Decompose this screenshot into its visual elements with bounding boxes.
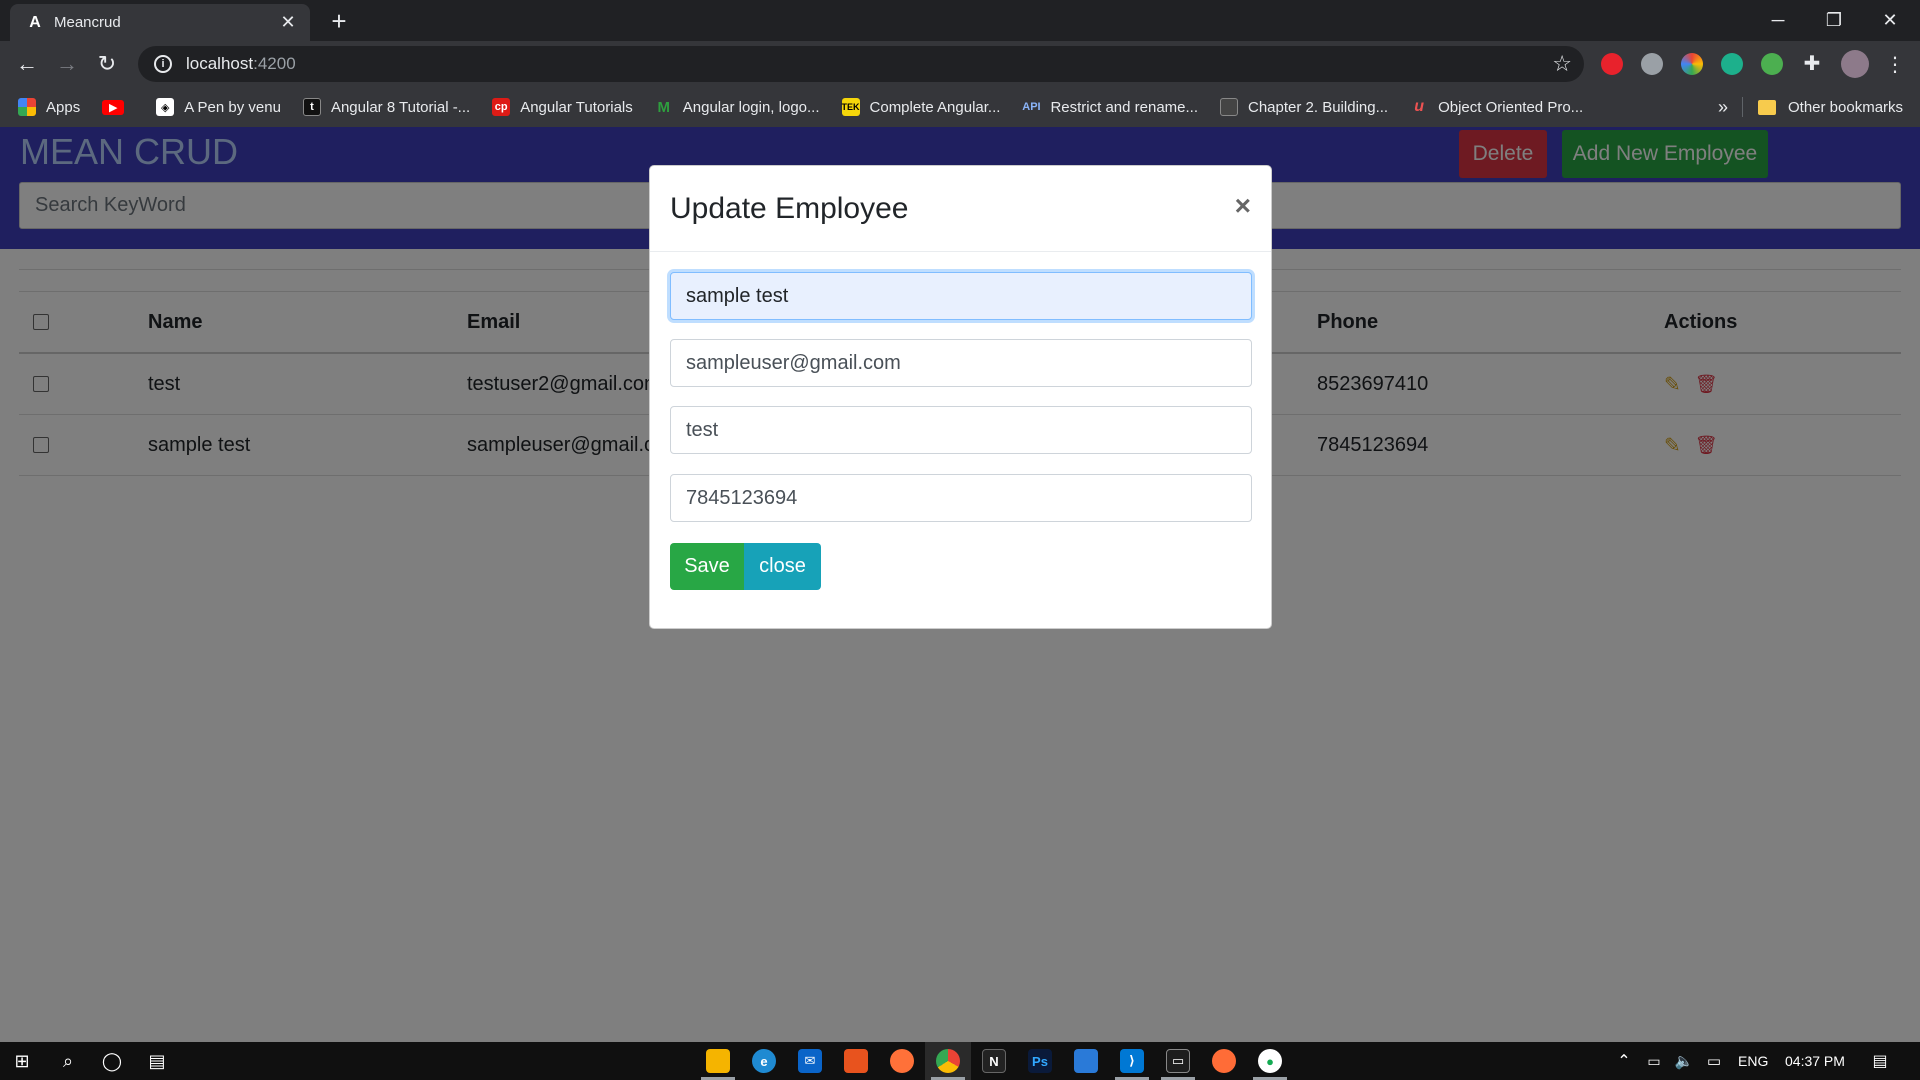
- modal-header: Update Employee ×: [650, 166, 1271, 252]
- xampp-icon[interactable]: [844, 1049, 868, 1073]
- extension-red-icon[interactable]: [1601, 53, 1623, 75]
- browser-tab[interactable]: A Meancrud ✕: [10, 4, 310, 41]
- url-host: localhost: [186, 54, 254, 73]
- tab-close-icon[interactable]: ✕: [278, 12, 298, 33]
- u-icon: u: [1414, 98, 1424, 115]
- bookmark-label: Angular Tutorials: [520, 98, 633, 116]
- bookmark-label: Angular login, logo...: [682, 98, 820, 116]
- tray-chevron-up-icon[interactable]: ⌃: [1610, 1047, 1638, 1075]
- browser-menu-icon[interactable]: ⋮: [1880, 49, 1910, 79]
- new-tab-button[interactable]: +: [324, 6, 354, 37]
- postman-icon[interactable]: [1212, 1049, 1236, 1073]
- other-bookmarks-label: Other bookmarks: [1788, 98, 1904, 116]
- m-icon: M: [657, 98, 671, 116]
- minimize-icon[interactable]: ─: [1750, 0, 1806, 41]
- bookmark-label: Apps: [46, 98, 81, 116]
- apps-grid-icon: [18, 98, 36, 116]
- profile-avatar[interactable]: [1841, 50, 1869, 78]
- window-close-icon[interactable]: ✕: [1862, 0, 1918, 41]
- notion-icon[interactable]: N: [982, 1049, 1006, 1073]
- youtube-icon: ▶: [102, 99, 125, 115]
- restore-icon[interactable]: ❐: [1806, 0, 1862, 41]
- folder-icon: [1758, 99, 1776, 115]
- edge-icon[interactable]: e: [752, 1049, 776, 1073]
- bookmark-youtube[interactable]: ▶: [102, 99, 134, 115]
- clock[interactable]: 04:37 PM: [1785, 1042, 1845, 1080]
- firefox-icon[interactable]: [890, 1049, 914, 1073]
- extension-color-icon[interactable]: [1681, 53, 1703, 75]
- bookmark-label: A Pen by venu: [184, 98, 281, 116]
- language-indicator[interactable]: ENG: [1738, 1042, 1768, 1080]
- terminal-icon[interactable]: ▭: [1166, 1049, 1190, 1073]
- network-icon[interactable]: ▭: [1700, 1047, 1728, 1075]
- file-explorer-icon[interactable]: [706, 1049, 730, 1073]
- photoshop-icon[interactable]: Ps: [1028, 1049, 1052, 1073]
- mongodb-icon[interactable]: ●: [1258, 1049, 1282, 1073]
- bookmark-oop[interactable]: u Object Oriented Pro...: [1410, 98, 1583, 116]
- battery-icon[interactable]: ▭: [1640, 1047, 1668, 1075]
- bookmark-label: Chapter 2. Building...: [1248, 98, 1389, 116]
- extension-chat-icon[interactable]: [1641, 53, 1663, 75]
- site-info-icon[interactable]: i: [154, 55, 172, 73]
- angular-tutorials-icon: cp: [492, 98, 511, 116]
- bookmark-label: Object Oriented Pro...: [1438, 98, 1584, 116]
- bookmark-label: Restrict and rename...: [1050, 98, 1198, 116]
- codepen-icon: ◈: [156, 98, 175, 116]
- phone-field[interactable]: [670, 474, 1252, 522]
- chrome-icon[interactable]: [936, 1049, 960, 1073]
- book-icon: [1220, 98, 1238, 116]
- notifications-icon[interactable]: ▤: [1866, 1047, 1894, 1075]
- bookmark-angular8[interactable]: t Angular 8 Tutorial -...: [302, 98, 471, 116]
- back-arrow-icon[interactable]: ←: [12, 49, 42, 79]
- bookmark-angular-login[interactable]: M Angular login, logo...: [655, 98, 820, 116]
- bookmark-label: Angular 8 Tutorial -...: [330, 98, 471, 116]
- bookmark-angular-tutorials[interactable]: cp Angular Tutorials: [492, 98, 633, 116]
- forward-arrow-icon[interactable]: →: [52, 49, 82, 79]
- text-field[interactable]: [670, 406, 1252, 454]
- bookmark-label: Complete Angular...: [869, 98, 1001, 116]
- tek-icon: TEK: [841, 98, 860, 116]
- bookmark-restrict-rename[interactable]: API Restrict and rename...: [1022, 98, 1198, 116]
- email-field[interactable]: [670, 339, 1252, 387]
- api-icon: API: [1022, 101, 1041, 113]
- windows-start-icon[interactable]: ⊞: [8, 1047, 36, 1075]
- tab-title: Meancrud: [54, 14, 121, 31]
- bookmark-star-icon[interactable]: ☆: [1552, 51, 1572, 77]
- update-employee-modal: Update Employee × Save close: [649, 165, 1272, 629]
- extensions-puzzle-icon[interactable]: ✚: [1801, 53, 1823, 75]
- bookmarks-bar: Apps ▶ ◈ A Pen by venu t Angular 8 Tutor…: [0, 87, 1920, 127]
- other-bookmarks[interactable]: Other bookmarks: [1758, 87, 1903, 127]
- reload-icon[interactable]: ↻: [92, 49, 122, 79]
- more-bookmarks-chevron-icon[interactable]: »: [1718, 87, 1728, 127]
- bookmark-codepen[interactable]: ◈ A Pen by venu: [156, 98, 281, 116]
- modal-title: Update Employee: [670, 192, 909, 225]
- browser-tabstrip: A Meancrud ✕ + ─ ❐ ✕: [0, 0, 1920, 41]
- url-port: :4200: [253, 54, 296, 73]
- angular-favicon-icon: A: [29, 13, 41, 31]
- bookmark-chapter2[interactable]: Chapter 2. Building...: [1220, 98, 1388, 116]
- bookmarks-divider: [1742, 97, 1743, 117]
- save-button[interactable]: Save: [670, 543, 744, 590]
- volume-icon[interactable]: 🔈: [1670, 1047, 1698, 1075]
- address-bar[interactable]: i localhost :4200 ☆: [138, 46, 1584, 82]
- name-field[interactable]: [670, 272, 1252, 320]
- cortana-icon[interactable]: ◯: [98, 1047, 126, 1075]
- bookmark-complete-angular[interactable]: TEK Complete Angular...: [841, 98, 1001, 116]
- extension-green-icon[interactable]: [1761, 53, 1783, 75]
- windows-taskbar: ⊞ ⌕ ◯ ▤ e ✉ N Ps ⟩ ▭ ● ⌃ ▭ 🔈 ▭ ENG 04:37…: [0, 1042, 1920, 1080]
- vscode-icon[interactable]: ⟩: [1120, 1049, 1144, 1073]
- search-icon[interactable]: ⌕: [54, 1047, 82, 1075]
- bookmark-apps[interactable]: Apps: [18, 98, 80, 116]
- browser-toolbar: ← → ↻ i localhost :4200 ☆ ✚ ⋮: [0, 41, 1920, 87]
- task-view-icon[interactable]: ▤: [143, 1047, 171, 1075]
- mail-icon[interactable]: ✉: [798, 1049, 822, 1073]
- modal-close-icon[interactable]: ×: [1235, 190, 1251, 222]
- tutorial-icon: t: [302, 98, 321, 116]
- document-icon[interactable]: [1074, 1049, 1098, 1073]
- close-button[interactable]: close: [744, 543, 821, 590]
- extension-shield-icon[interactable]: [1721, 53, 1743, 75]
